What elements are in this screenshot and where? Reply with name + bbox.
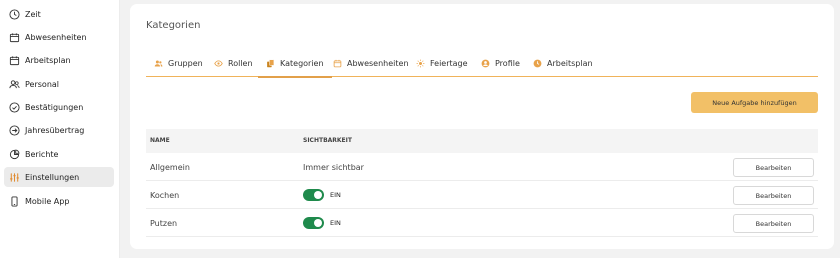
sidebar-item-personal[interactable]: Personal	[4, 74, 114, 94]
sun-icon	[416, 59, 425, 67]
sidebar-item-berichte[interactable]: Berichte	[4, 144, 114, 164]
toggle-label: EIN	[330, 219, 341, 227]
tab-rollen[interactable]: Rollen	[214, 49, 253, 77]
eye-icon	[214, 59, 223, 67]
column-header-visibility: SICHTBARKEIT	[303, 137, 352, 144]
calendar-icon	[9, 55, 20, 65]
sidebar-item-arbeitsplan[interactable]: Arbeitsplan	[4, 50, 114, 70]
tab-arbeitsplan[interactable]: Arbeitsplan	[533, 49, 593, 77]
pie-chart-icon	[9, 149, 20, 159]
sidebar-item-label: Einstellungen	[25, 172, 80, 182]
sidebar-item-label: Arbeitsplan	[25, 55, 71, 65]
table-row: Kochen EIN Bearbeiten	[146, 181, 818, 209]
edit-button[interactable]: Bearbeiten	[733, 158, 814, 177]
tab-profile[interactable]: Profile	[481, 49, 520, 77]
sidebar-item-label: Mobile App	[25, 196, 70, 206]
sidebar-item-label: Abwesenheiten	[25, 32, 87, 42]
user-circle-icon	[481, 59, 490, 67]
sidebar-item-einstellungen[interactable]: Einstellungen	[4, 167, 114, 187]
sidebar-item-abwesenheiten[interactable]: Abwesenheiten	[4, 27, 114, 47]
sidebar-item-label: Jahresübertrag	[25, 125, 85, 135]
visibility-toggle[interactable]	[303, 189, 324, 201]
sidebar-item-label: Personal	[25, 79, 60, 89]
page-title: Kategorien	[146, 20, 201, 31]
row-name: Kochen	[150, 190, 180, 200]
tab-bar: Gruppen Rollen Kategorien Abwesenheiten …	[146, 49, 818, 78]
tab-kategorien[interactable]: Kategorien	[258, 49, 332, 78]
row-visibility: EIN	[303, 181, 341, 209]
clock-icon	[533, 59, 542, 67]
column-header-name: NAME	[150, 137, 170, 144]
tab-label: Arbeitsplan	[547, 58, 593, 68]
visibility-toggle[interactable]	[303, 217, 324, 229]
sidebar-item-jahresuebertrag[interactable]: Jahresübertrag	[4, 120, 114, 140]
clock-icon	[9, 8, 20, 20]
phone-icon	[11, 195, 18, 207]
calendar-icon	[9, 32, 20, 42]
tab-label: Rollen	[228, 58, 253, 68]
sidebar-item-label: Zeit	[25, 9, 41, 19]
table-header: NAME SICHTBARKEIT	[146, 129, 818, 153]
edit-button[interactable]: Bearbeiten	[733, 214, 814, 233]
add-task-button[interactable]: Neue Aufgabe hinzufügen	[691, 92, 818, 113]
tab-label: Kategorien	[280, 58, 324, 68]
tab-label: Profile	[495, 58, 520, 68]
row-name: Allgemein	[150, 162, 190, 172]
arrow-circle-icon	[9, 124, 20, 136]
sidebar-item-label: Bestätigungen	[25, 102, 84, 112]
table-row: Putzen EIN Bearbeiten	[146, 209, 818, 237]
table-row: Allgemein Immer sichtbar Bearbeiten	[146, 153, 818, 181]
copy-icon	[267, 59, 275, 67]
sliders-icon	[10, 172, 19, 182]
check-circle-icon	[9, 101, 20, 113]
sidebar-item-bestaetigungen[interactable]: Bestätigungen	[4, 97, 114, 117]
users-icon	[154, 60, 163, 66]
row-visibility: Immer sichtbar	[303, 162, 364, 172]
sidebar: Zeit Abwesenheiten Arbeitsplan Personal …	[0, 0, 120, 258]
edit-button[interactable]: Bearbeiten	[733, 186, 814, 205]
tab-label: Abwesenheiten	[347, 58, 409, 68]
sidebar-item-label: Berichte	[25, 149, 59, 159]
users-icon	[9, 79, 20, 88]
tab-abwesenheiten[interactable]: Abwesenheiten	[333, 49, 409, 77]
tab-feiertage[interactable]: Feiertage	[416, 49, 468, 77]
tab-label: Feiertage	[430, 58, 468, 68]
content-card: Kategorien Gruppen Rollen Kategorien Abw…	[130, 4, 834, 249]
sidebar-item-mobile-app[interactable]: Mobile App	[4, 191, 114, 211]
row-visibility: EIN	[303, 209, 341, 237]
calendar-icon	[333, 59, 342, 67]
tab-gruppen[interactable]: Gruppen	[154, 49, 203, 77]
row-name: Putzen	[150, 218, 178, 228]
categories-table: NAME SICHTBARKEIT Allgemein Immer sichtb…	[146, 129, 818, 237]
sidebar-item-zeit[interactable]: Zeit	[4, 4, 114, 24]
tab-label: Gruppen	[168, 58, 203, 68]
toggle-label: EIN	[330, 191, 341, 199]
